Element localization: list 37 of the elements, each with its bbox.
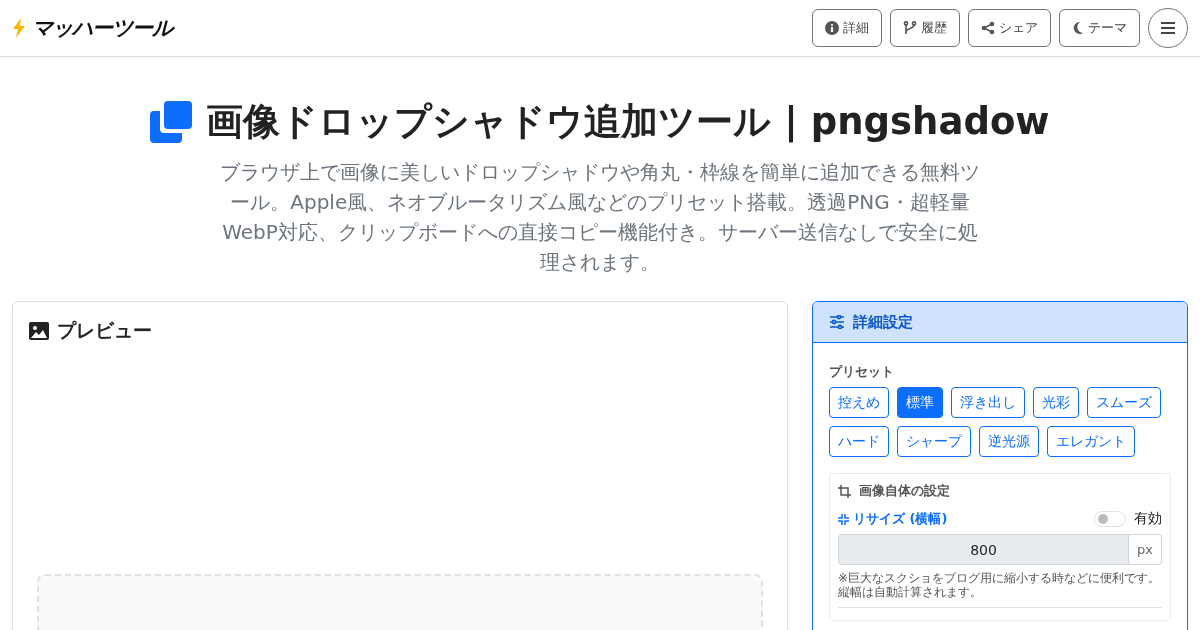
branch-icon [903, 21, 917, 35]
page-description: ブラウザ上で画像に美しいドロップシャドウや角丸・枠線を簡単に追加できる無料ツール。Apple風、ネオブルータリズム風などのプリセット搭載。透過PNG・超軽量WebP対応、クリップボードへの直接コピー機能付き。サーバー送信なしで安全に処理されます。 [220, 159, 980, 276]
preset-label: プリセット [829, 363, 895, 381]
menu-icon [1160, 21, 1176, 35]
resize-label: リサイズ (横幅) [853, 510, 948, 528]
sliders-icon [829, 315, 845, 329]
preset-button[interactable]: スムーズ [1087, 387, 1161, 418]
copy-icon [150, 101, 193, 143]
preset-button[interactable]: 光彩 [1033, 387, 1079, 418]
nav-button[interactable]: テーマ [1059, 9, 1140, 47]
settings-title: 詳細設定 [853, 312, 913, 332]
preview-title: プレビュー [57, 318, 152, 343]
preset-button[interactable]: シャープ [897, 426, 971, 457]
preset-button[interactable]: ハード [829, 426, 889, 457]
moon-icon [1072, 21, 1084, 35]
drop-zone[interactable] [37, 574, 763, 630]
nav-button[interactable]: 履歴 [890, 9, 960, 47]
preset-button[interactable]: エレガント [1047, 426, 1135, 457]
preset-button[interactable]: 控えめ [829, 387, 889, 418]
nav-button[interactable]: 詳細 [812, 9, 882, 47]
preset-button[interactable]: 標準 [897, 387, 943, 418]
page-title: 画像ドロップシャドウ追加ツール | pngshadow [206, 99, 1050, 145]
preset-button[interactable]: 逆光源 [979, 426, 1039, 457]
lightning-icon [12, 18, 26, 38]
unit-label: px [1129, 534, 1162, 565]
preset-button[interactable]: 浮き出し [951, 387, 1025, 418]
menu-button[interactable] [1148, 8, 1188, 48]
toggle-switch[interactable] [1094, 511, 1126, 527]
section-title: 画像自体の設定 [859, 482, 950, 500]
share-icon [981, 21, 995, 35]
shrink-icon [838, 513, 849, 525]
crop-icon [838, 484, 851, 498]
image-icon [29, 322, 49, 340]
info-icon [825, 21, 839, 35]
nav-button[interactable]: シェア [968, 9, 1051, 47]
resize-note: ※巨大なスクショをブログ用に縮小する時などに便利です。縦幅は自動計算されます。 [838, 571, 1162, 608]
toggle-label: 有効 [1134, 510, 1162, 528]
